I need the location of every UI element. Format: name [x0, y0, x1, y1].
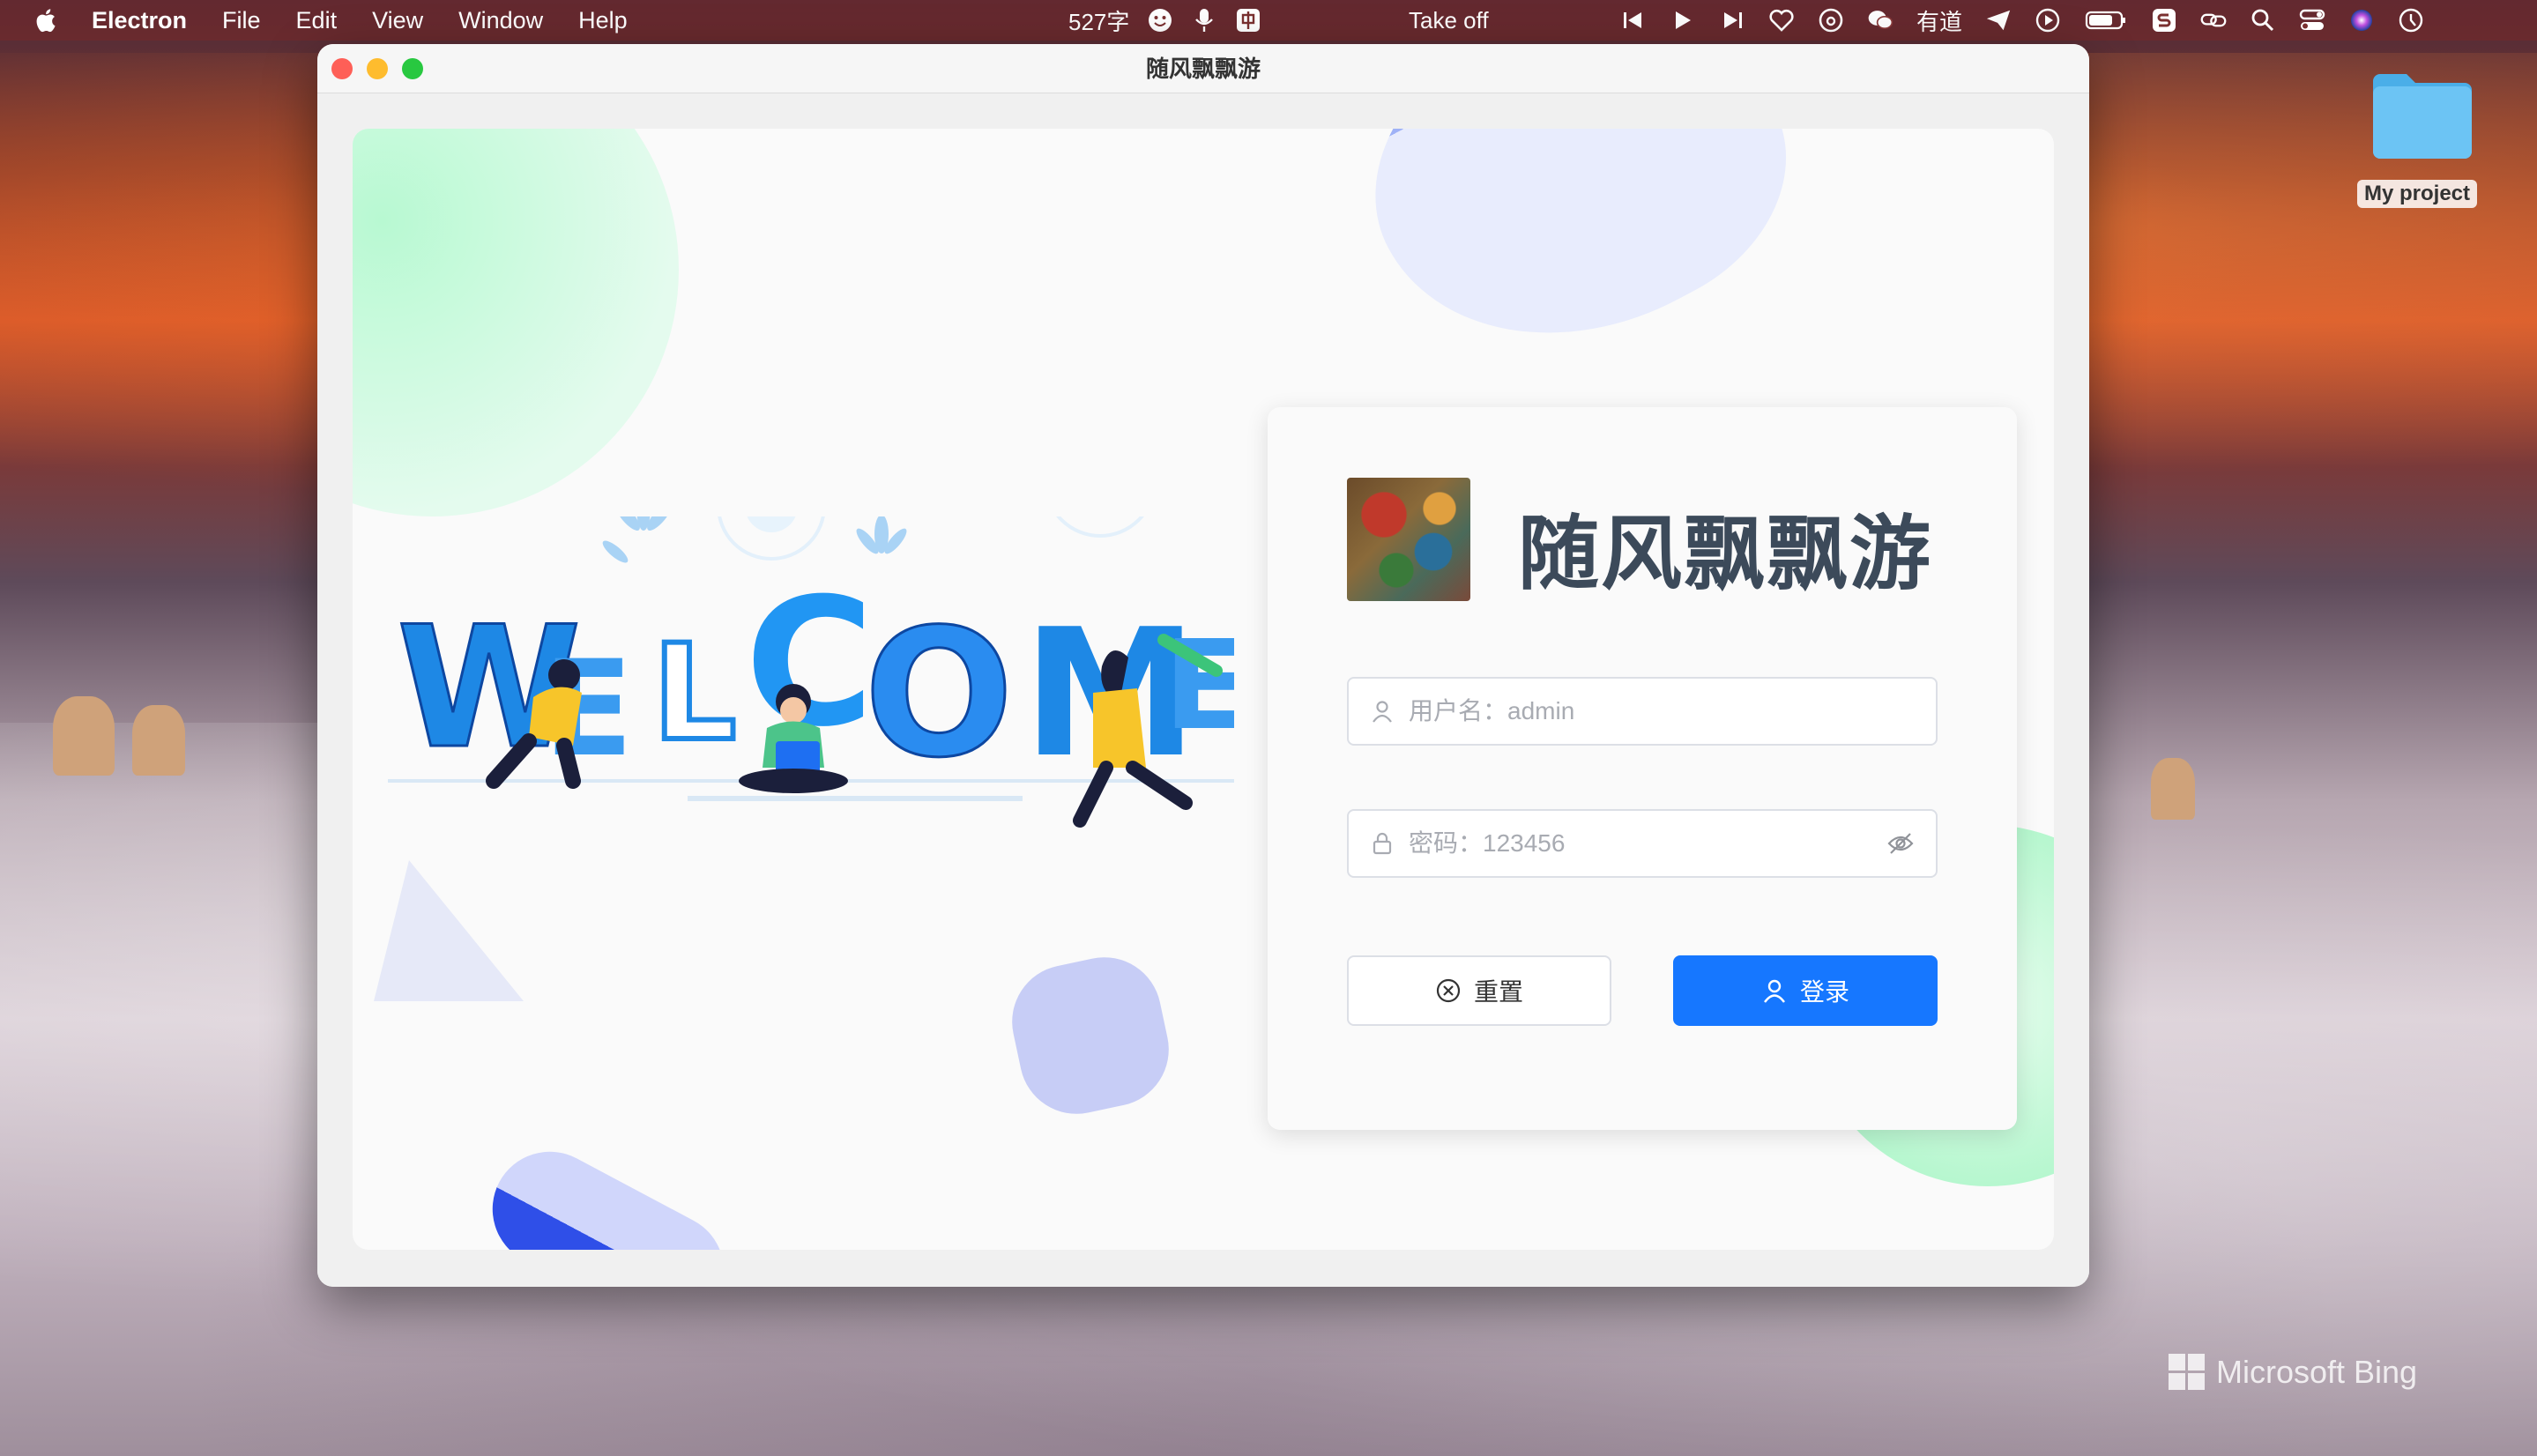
take-off-label: Take off — [1409, 6, 1489, 33]
menu-file[interactable]: File — [222, 7, 261, 34]
password-field[interactable] — [1347, 809, 1938, 878]
triangle-blob — [374, 860, 524, 1001]
window-title: 随风飘飘游 — [1145, 56, 1261, 82]
previous-track-icon[interactable] — [1620, 7, 1647, 33]
app-window: 随风飘飘游 W E L C O E 随风飘飘游 用户名：admin 重置 登录 — [317, 44, 2089, 1287]
title-bar[interactable]: 随风飘飘游 — [317, 44, 2089, 93]
folder-icon[interactable] — [2368, 67, 2477, 164]
play-icon[interactable] — [1670, 7, 1696, 33]
eye-hidden-icon[interactable] — [1886, 829, 1915, 858]
heart-icon[interactable] — [1768, 7, 1795, 33]
blue-top-blob — [1324, 129, 1832, 408]
maximize-button[interactable] — [402, 58, 423, 79]
login-label: 登录 — [1799, 978, 1849, 1006]
youdao-label[interactable]: 有道 — [1916, 4, 1962, 37]
reset-button[interactable]: 重置 — [1347, 955, 1611, 1026]
bing-watermark: Microsoft Bing — [2169, 1354, 2417, 1391]
bing-text: Microsoft Bing — [2216, 1354, 2418, 1390]
apple-icon[interactable] — [33, 7, 56, 33]
svg-text:O: O — [864, 591, 1014, 797]
user-icon — [1764, 979, 1785, 1003]
lock-icon — [1373, 832, 1392, 855]
paper-plane-icon[interactable] — [1985, 7, 2012, 33]
menu-bar: Electron File Edit View Window Help 527字… — [0, 0, 2537, 41]
netease-music-icon[interactable] — [1818, 7, 1844, 33]
menu-window[interactable]: Window — [458, 7, 543, 34]
microphone-icon[interactable] — [1191, 7, 1217, 33]
link-icon[interactable] — [2200, 7, 2227, 33]
clock-icon[interactable] — [2398, 7, 2424, 33]
play-circle-icon[interactable] — [2035, 7, 2061, 33]
app-name-heading: 随风飘飘游 — [1518, 507, 1933, 601]
username-input[interactable] — [1409, 697, 1936, 725]
minimize-button[interactable] — [367, 58, 388, 79]
desktop-rock — [2151, 758, 2195, 820]
reset-label: 重置 — [1473, 978, 1523, 1006]
purple-small-blob — [1001, 947, 1179, 1125]
app-logo — [1347, 478, 1470, 601]
next-track-icon[interactable] — [1719, 7, 1745, 33]
login-panel: W E L C O M E — [353, 129, 2054, 1250]
input-method-icon[interactable] — [1235, 7, 1261, 33]
menubar-focus-title[interactable]: Take off — [1409, 0, 1489, 41]
menu-view[interactable]: View — [372, 7, 423, 34]
svg-text:E: E — [1164, 614, 1234, 758]
window-content: W E L C O M E — [317, 93, 2089, 1287]
user-icon — [1373, 701, 1392, 723]
green-circle-blob — [353, 129, 679, 516]
wechat-icon[interactable] — [1867, 7, 1893, 33]
s-app-icon[interactable] — [2151, 7, 2177, 33]
menubar-status-center: 527字 — [1068, 0, 1261, 41]
folder-label[interactable]: My project — [2357, 180, 2478, 208]
login-button[interactable]: 登录 — [1673, 955, 1938, 1026]
login-card: 随风飘飘游 用户名：admin 重置 登录 — [1268, 407, 2017, 1130]
desktop-rock — [53, 696, 115, 776]
menu-app-name[interactable]: Electron — [92, 7, 187, 34]
siri-icon[interactable] — [2348, 7, 2375, 33]
svg-text:L: L — [652, 617, 737, 770]
battery-icon[interactable] — [2084, 7, 2128, 33]
menu-edit[interactable]: Edit — [296, 7, 338, 34]
control-center-icon[interactable] — [2299, 7, 2325, 33]
close-button[interactable] — [331, 58, 353, 79]
blue-bottom-blob — [472, 1131, 745, 1250]
menubar-status-right: 有道 — [1620, 0, 2424, 41]
password-input[interactable] — [1409, 829, 1886, 858]
welcome-illustration: W E L C O M E — [388, 516, 1234, 828]
desktop-rock — [132, 705, 185, 776]
circle-close-icon — [1436, 978, 1461, 1003]
windows-logo-icon — [2169, 1354, 2205, 1390]
word-count[interactable]: 527字 — [1068, 4, 1129, 37]
smiley-icon[interactable] — [1147, 7, 1173, 33]
search-icon[interactable] — [2250, 7, 2276, 33]
menu-help[interactable]: Help — [578, 7, 628, 34]
username-field[interactable] — [1347, 677, 1938, 746]
